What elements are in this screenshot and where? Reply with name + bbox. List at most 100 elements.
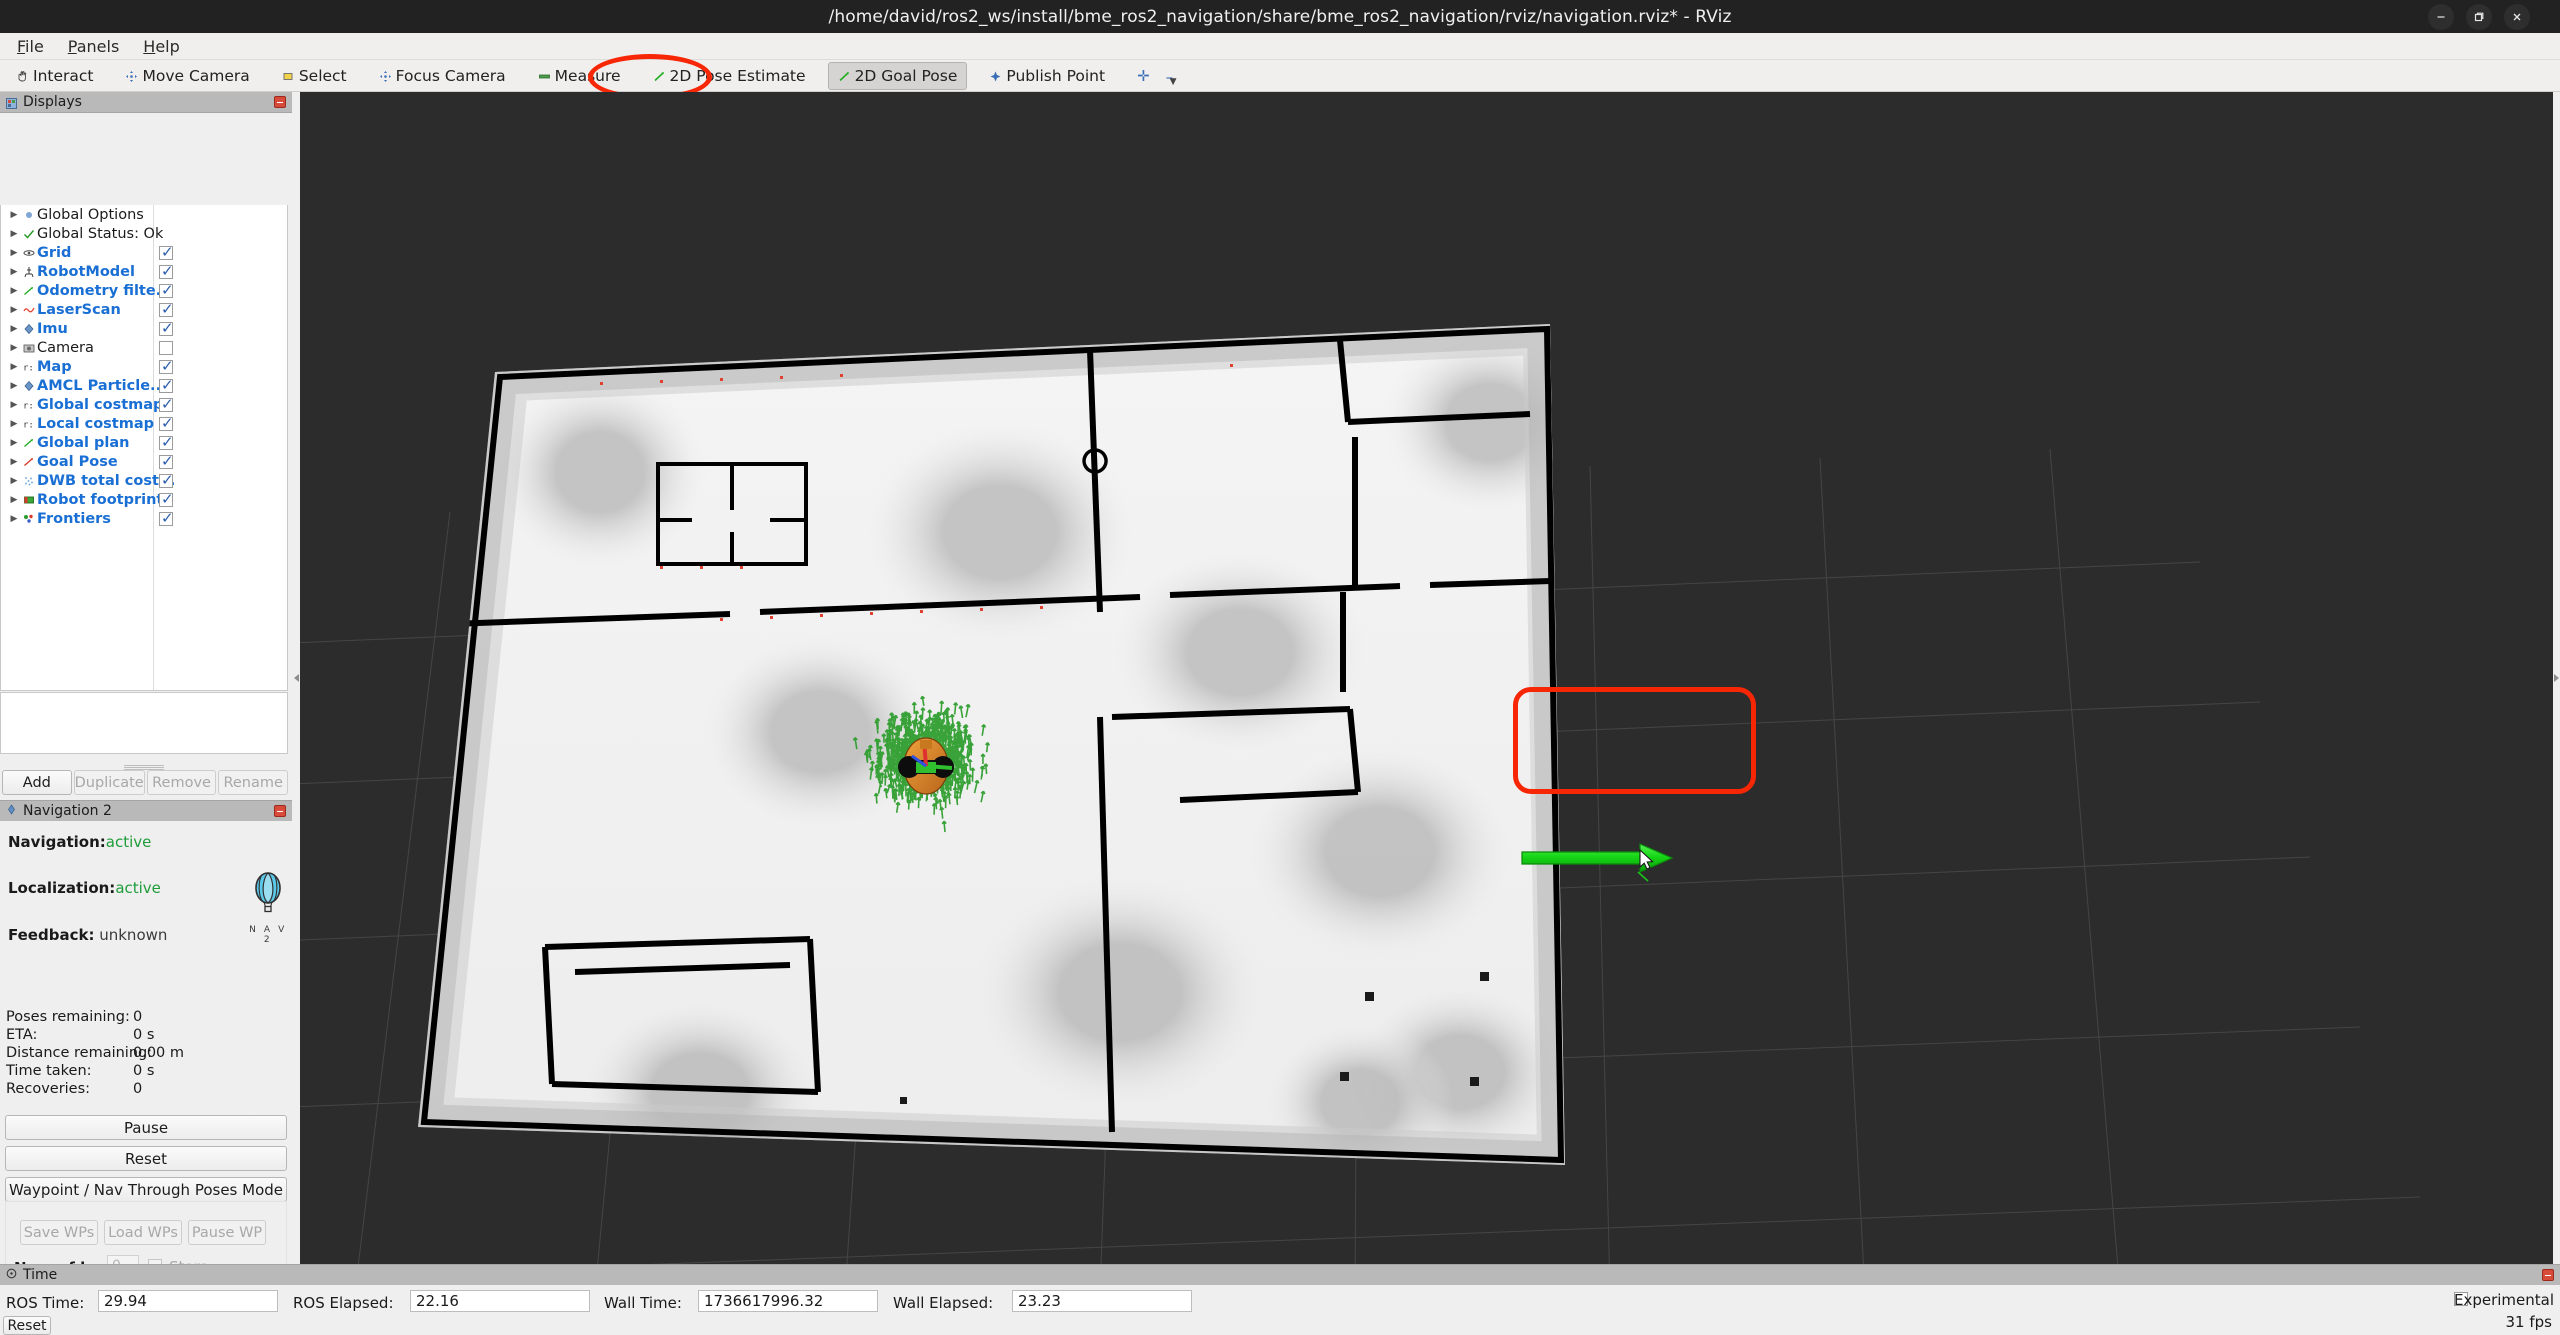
ros-time-input[interactable]: 29.94 xyxy=(98,1290,278,1312)
display-item-robot-footprint[interactable]: ▶ Robot footprint xyxy=(1,490,287,509)
display-item-goal-pose[interactable]: ▶ Goal Pose xyxy=(1,452,287,471)
display-item-checkbox[interactable] xyxy=(159,395,174,413)
display-item-checkbox[interactable] xyxy=(159,357,174,375)
menu-panels[interactable]: Panels xyxy=(57,34,131,59)
tool-measure[interactable]: Measure xyxy=(528,62,631,90)
expand-arrow-icon[interactable]: ▶ xyxy=(7,362,21,372)
display-item-grid[interactable]: ▶ Grid xyxy=(1,243,287,262)
expand-arrow-icon[interactable]: ▶ xyxy=(7,400,21,410)
display-item-checkbox[interactable] xyxy=(159,340,173,355)
display-item-checkbox[interactable] xyxy=(159,319,174,337)
duplicate-display-button[interactable]: Duplicate xyxy=(73,770,145,795)
rename-display-button[interactable]: Rename xyxy=(218,770,289,795)
display-item-checkbox[interactable] xyxy=(159,509,174,527)
expand-arrow-icon[interactable]: ▶ xyxy=(7,229,21,239)
display-item-laserscan[interactable]: ▶ LaserScan xyxy=(1,300,287,319)
occupancy-map xyxy=(418,324,1565,1165)
feedback-status-row: Feedback: unknown xyxy=(8,926,167,944)
display-item-checkbox[interactable] xyxy=(159,262,174,280)
expand-arrow-icon[interactable]: ▶ xyxy=(7,267,21,277)
expand-arrow-icon[interactable]: ▶ xyxy=(7,419,21,429)
tool-move-camera[interactable]: Move Camera xyxy=(115,62,259,90)
viewport-left-splitter[interactable] xyxy=(293,92,300,1264)
display-item-robotmodel[interactable]: ▶ RobotModel xyxy=(1,262,287,281)
imu-icon xyxy=(21,323,37,335)
maximize-icon[interactable] xyxy=(2466,3,2492,30)
pause-wp-button[interactable]: Pause WP xyxy=(188,1220,266,1245)
expand-arrow-icon[interactable]: ▶ xyxy=(7,324,21,334)
expand-arrow-icon[interactable]: ▶ xyxy=(7,305,21,315)
map-icon: r: xyxy=(21,418,37,430)
expand-arrow-icon[interactable]: ▶ xyxy=(7,495,21,505)
expand-arrow-icon[interactable]: ▶ xyxy=(7,438,21,448)
remove-display-button[interactable]: Remove xyxy=(146,770,217,795)
expand-arrow-icon[interactable]: ▶ xyxy=(7,457,21,467)
save-wps-button[interactable]: Save WPs xyxy=(20,1220,98,1245)
display-item-amcl-particle[interactable]: ▶ AMCL Particle... xyxy=(1,376,287,395)
render-viewport[interactable] xyxy=(300,92,2560,1264)
publish-point-icon xyxy=(989,69,1002,82)
display-item-global-options[interactable]: ▶ Global Options xyxy=(1,205,287,224)
display-item-checkbox[interactable] xyxy=(159,414,174,432)
wall-time-input[interactable]: 1736617996.32 xyxy=(698,1290,878,1312)
display-item-dwb-total-cost[interactable]: ▶ DWB total cost... xyxy=(1,471,287,490)
menubar: File Panels Help xyxy=(0,33,2560,60)
panel-close-icon[interactable] xyxy=(2542,1269,2554,1281)
display-item-camera[interactable]: ▶ Camera xyxy=(1,338,287,357)
displays-tree[interactable]: ▶ Global Options ▶ Global Status: Ok ▶ Grid ▶ R… xyxy=(0,205,288,691)
expand-arrow-icon[interactable]: ▶ xyxy=(7,343,21,353)
display-item-map[interactable]: ▶ r: Map xyxy=(1,357,287,376)
display-item-checkbox[interactable] xyxy=(159,471,174,489)
display-item-global-plan[interactable]: ▶ Global plan xyxy=(1,433,287,452)
ros-elapsed-input[interactable]: 22.16 xyxy=(410,1290,590,1312)
camera-icon xyxy=(21,342,37,354)
display-item-imu[interactable]: ▶ Imu xyxy=(1,319,287,338)
display-item-label: LaserScan xyxy=(37,301,121,318)
tool-publish-point[interactable]: Publish Point xyxy=(979,62,1115,90)
display-item-odometry-filte[interactable]: ▶ Odometry filte... xyxy=(1,281,287,300)
display-item-frontiers[interactable]: ▶ Frontiers xyxy=(1,509,287,528)
localization-status-label: Localization: xyxy=(8,879,116,897)
display-item-checkbox[interactable] xyxy=(159,300,174,318)
display-item-checkbox[interactable] xyxy=(159,452,174,470)
display-item-global-status-ok[interactable]: ▶ Global Status: Ok xyxy=(1,224,287,243)
navigation-panel-header: Navigation 2 xyxy=(0,800,292,821)
menu-help[interactable]: Help xyxy=(132,34,190,59)
add-display-button[interactable]: Add xyxy=(2,770,72,795)
tool-measure-label: Measure xyxy=(554,66,621,85)
display-item-checkbox[interactable] xyxy=(159,433,174,451)
tool-interact[interactable]: Interact xyxy=(6,62,103,90)
display-item-checkbox[interactable] xyxy=(159,490,174,508)
viewport-right-splitter[interactable] xyxy=(2553,92,2560,1264)
add-tool-button[interactable]: ✛ xyxy=(1127,65,1160,87)
remove-tool-button[interactable]: – ▼ xyxy=(1160,63,1190,89)
display-item-local-costmap[interactable]: ▶ r: Local costmap xyxy=(1,414,287,433)
display-item-checkbox[interactable] xyxy=(159,243,174,261)
time-reset-button[interactable]: Reset xyxy=(3,1316,51,1335)
wall-elapsed-input[interactable]: 23.23 xyxy=(1012,1290,1192,1312)
panel-close-icon[interactable] xyxy=(274,805,286,817)
expand-arrow-icon[interactable]: ▶ xyxy=(7,248,21,258)
expand-arrow-icon[interactable]: ▶ xyxy=(7,514,21,524)
dock-splitter-handle[interactable] xyxy=(124,764,164,770)
tool-2d-pose-estimate[interactable]: 2D Pose Estimate xyxy=(643,62,816,90)
expand-arrow-icon[interactable]: ▶ xyxy=(7,381,21,391)
display-item-checkbox[interactable] xyxy=(159,376,174,394)
reset-navigation-button[interactable]: Reset xyxy=(5,1146,287,1171)
pause-button[interactable]: Pause xyxy=(5,1115,287,1140)
navigation-status-value: active xyxy=(105,833,152,851)
load-wps-button[interactable]: Load WPs xyxy=(104,1220,182,1245)
tool-focus-camera[interactable]: Focus Camera xyxy=(369,62,516,90)
tool-2d-goal-pose[interactable]: 2D Goal Pose xyxy=(827,61,968,90)
panel-close-icon[interactable] xyxy=(274,96,286,108)
tool-select[interactable]: Select xyxy=(272,62,357,90)
close-icon[interactable] xyxy=(2504,3,2530,30)
expand-arrow-icon[interactable]: ▶ xyxy=(7,210,21,220)
menu-file[interactable]: File xyxy=(6,34,55,59)
expand-arrow-icon[interactable]: ▶ xyxy=(7,286,21,296)
display-item-checkbox[interactable] xyxy=(159,281,174,299)
display-item-global-costmap[interactable]: ▶ r: Global costmap xyxy=(1,395,287,414)
minimize-icon[interactable] xyxy=(2428,3,2454,30)
waypoint-mode-button[interactable]: Waypoint / Nav Through Poses Mode xyxy=(5,1177,287,1202)
expand-arrow-icon[interactable]: ▶ xyxy=(7,476,21,486)
